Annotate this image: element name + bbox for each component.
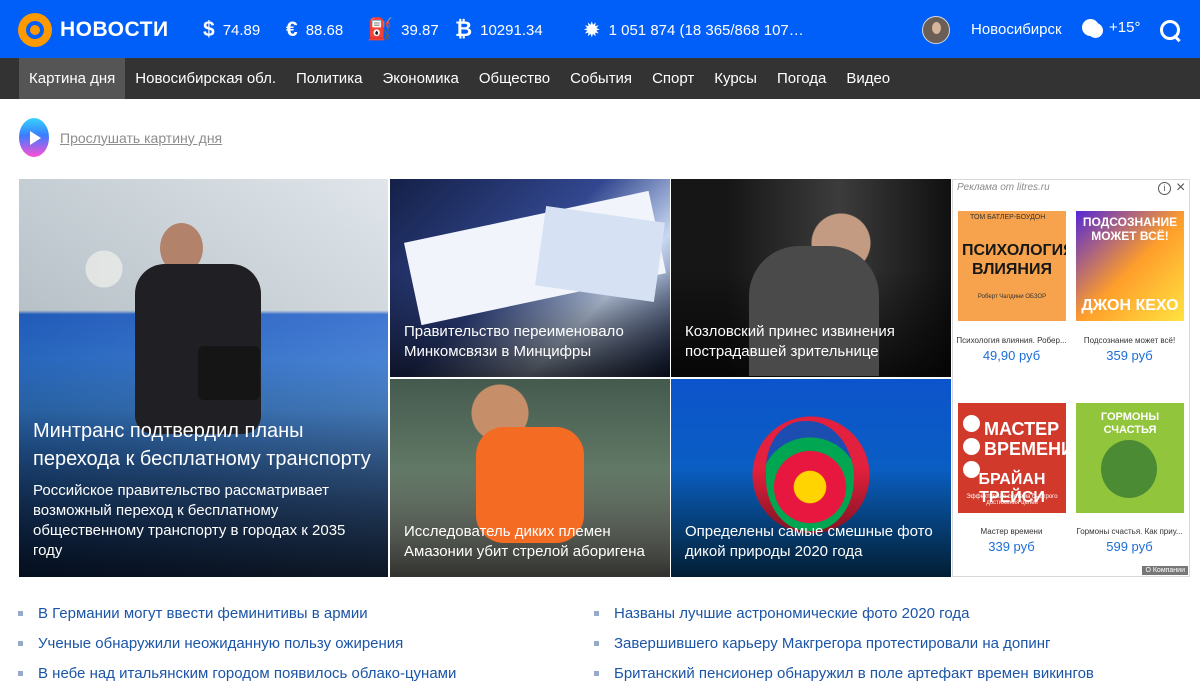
book-title: ПОДСОЗНАНИЕ МОЖЕТ ВСЁ! (1082, 215, 1178, 243)
news-photo (535, 206, 665, 302)
nav-item-kartina-dnya[interactable]: Картина дня (19, 58, 126, 99)
news-card-title[interactable]: Определены самые смешные фото дикой прир… (685, 522, 937, 562)
book-cover-subconscious[interactable]: ПОДСОЗНАНИЕ МОЖЕТ ВСЁ! ДЖОН КЕХО (1076, 211, 1184, 321)
book-cover-happiness-hormones[interactable]: ГОРМОНЫ СЧАСТЬЯ (1076, 403, 1184, 513)
news-card-kozlovsky[interactable]: Козловский принес извинения пострадавшей… (671, 179, 951, 377)
news-link[interactable]: Завершившего карьеру Макгрегора протести… (594, 635, 1050, 652)
dollar-rate[interactable]: $ 74.89 (203, 18, 260, 42)
news-link-text[interactable]: Британский пенсионер обнаружил в поле ар… (614, 665, 1094, 682)
news-card-wildlife-photo[interactable]: Определены самые смешные фото дикой прир… (671, 379, 951, 577)
oil-value: 39.87 (401, 21, 439, 39)
top-header: НОВОСТИ $ 74.89 € 88.68 ⛽ 39.87 ₿ 10291.… (0, 0, 1200, 58)
news-link[interactable]: Ученые обнаружили неожиданную пользу ожи… (18, 635, 403, 652)
close-icon[interactable]: × (1176, 179, 1185, 197)
bitcoin-icon: ₿ (455, 18, 473, 41)
news-link[interactable]: Британский пенсионер обнаружил в поле ар… (594, 665, 1094, 682)
ad-label: Реклама от litres.ru (957, 182, 1050, 193)
listen-link[interactable]: Прослушать картину дня (60, 130, 222, 146)
nav-item-video[interactable]: Видео (836, 58, 900, 99)
nav-item-sport[interactable]: Спорт (642, 58, 704, 99)
news-card-title[interactable]: Козловский принес извинения пострадавшей… (685, 322, 937, 362)
book-price[interactable]: 339 руб (956, 539, 1067, 554)
section-navigation: Картина дня Новосибирская обл. Политика … (0, 58, 1200, 99)
bullet-icon (594, 671, 599, 676)
book-author: ДЖОН КЕХО (1081, 297, 1179, 314)
news-link[interactable]: В Германии могут ввести феминитивы в арм… (18, 605, 368, 622)
news-link-text[interactable]: В Германии могут ввести феминитивы в арм… (38, 605, 368, 622)
nav-item-politics[interactable]: Политика (286, 58, 372, 99)
book-cover-psychology[interactable]: ТОМ БАТЛЕР-БОУДОН ПСИХОЛОГИЯ ВЛИЯНИЯ Роб… (958, 211, 1066, 321)
main-news-subtitle[interactable]: Российское правительство рассматривает в… (33, 481, 374, 561)
logo-text: НОВОСТИ (60, 18, 169, 41)
dollar-value: 74.89 (222, 21, 261, 39)
book-title: ГОРМОНЫ СЧАСТЬЯ (1100, 411, 1160, 436)
nav-item-rates[interactable]: Курсы (704, 58, 767, 99)
bullet-icon (18, 671, 23, 676)
oil-rate[interactable]: ⛽ 39.87 (367, 18, 439, 42)
nav-item-society[interactable]: Общество (469, 58, 560, 99)
oil-icon: ⛽ (367, 18, 394, 41)
book-author: БРАЙАН ТРЕЙСИ (978, 471, 1046, 506)
company-link[interactable]: О Компании (1142, 566, 1188, 575)
news-link[interactable]: Названы лучшие астрономические фото 2020… (594, 605, 969, 622)
covid-stats[interactable]: ✹ 1 051 874 (18 365/868 107… (583, 18, 804, 43)
news-grid: Минтранс подтвердил планы перехода к бес… (19, 179, 951, 577)
litres-ad[interactable]: Реклама от litres.ru i × ТОМ БАТЛЕР-БОУД… (952, 179, 1190, 577)
nav-item-events[interactable]: События (560, 58, 642, 99)
book-caption[interactable]: Гормоны счастья. Как приу... (1074, 527, 1185, 536)
weather-widget[interactable]: +15° (1082, 19, 1140, 36)
news-logo[interactable]: НОВОСТИ (18, 13, 169, 47)
bullet-icon (18, 641, 23, 646)
news-link-text[interactable]: В небе над итальянским городом появилось… (38, 665, 456, 682)
temperature: +15° (1109, 19, 1141, 36)
news-card-title[interactable]: Исследователь диких племен Амазонии убит… (404, 522, 656, 562)
nav-item-economy[interactable]: Экономика (372, 58, 468, 99)
euro-value: 88.68 (305, 21, 344, 39)
news-link-text[interactable]: Ученые обнаружили неожиданную пользу ожи… (38, 635, 403, 652)
at-logo-icon (18, 13, 52, 47)
listen-day-summary[interactable]: Прослушать картину дня (19, 118, 222, 157)
bitcoin-value: 10291.34 (480, 21, 543, 39)
news-link[interactable]: В небе над итальянским городом появилось… (18, 665, 456, 682)
news-card-title[interactable]: Правительство переименовало Минкомсвязи … (404, 322, 656, 362)
clock-icon (963, 415, 980, 432)
bullet-icon (18, 611, 23, 616)
book-author: ТОМ БАТЛЕР-БОУДОН (970, 214, 1046, 221)
news-card-mincomsvyaz[interactable]: Правительство переименовало Минкомсвязи … (390, 179, 670, 377)
book-price[interactable]: 359 руб (1074, 348, 1185, 363)
city-name[interactable]: Новосибирск (971, 21, 1062, 38)
book-cover-time-master[interactable]: МАСТЕР ВРЕМЕНИ Эффективная система быстр… (958, 403, 1066, 513)
bitcoin-rate[interactable]: ₿ 10291.34 (455, 18, 543, 42)
euro-rate[interactable]: € 88.68 (286, 18, 343, 42)
bullet-icon (594, 611, 599, 616)
book-caption[interactable]: Мастер времени (956, 527, 1067, 536)
search-icon[interactable] (1158, 18, 1182, 42)
news-link-text[interactable]: Названы лучшие астрономические фото 2020… (614, 605, 969, 622)
dollar-icon: $ (203, 18, 215, 41)
play-icon[interactable] (19, 118, 49, 157)
book-caption[interactable]: Подсознание может всё! (1074, 336, 1185, 345)
news-link-text[interactable]: Завершившего карьеру Макгрегора протести… (614, 635, 1050, 652)
tree-icon (1101, 440, 1157, 498)
book-price[interactable]: 49,90 руб (956, 348, 1067, 363)
news-card-amazon[interactable]: Исследователь диких племен Амазонии убит… (390, 379, 670, 577)
covid-value: 1 051 874 (18 365/868 107… (608, 22, 804, 39)
news-photo (766, 421, 854, 531)
book-title: МАСТЕР ВРЕМЕНИ (984, 419, 1066, 459)
book-price[interactable]: 599 руб (1074, 539, 1185, 554)
book-subtitle: Роберт Чалдини ОБЗОР (977, 294, 1047, 300)
bullet-icon (594, 641, 599, 646)
virus-icon: ✹ (583, 19, 601, 42)
cloudy-sun-icon (1082, 19, 1099, 36)
info-icon[interactable]: i (1158, 182, 1171, 195)
user-avatar[interactable] (922, 16, 950, 44)
main-news-title[interactable]: Минтранс подтвердил планы перехода к бес… (33, 417, 374, 473)
book-title: ПСИХОЛОГИЯ ВЛИЯНИЯ (962, 242, 1066, 278)
nav-item-region[interactable]: Новосибирская обл. (125, 58, 286, 99)
nav-item-weather[interactable]: Погода (767, 58, 836, 99)
main-news-card[interactable]: Минтранс подтвердил планы перехода к бес… (19, 179, 388, 577)
euro-icon: € (286, 18, 298, 41)
book-caption[interactable]: Психология влияния. Робер... (956, 336, 1067, 345)
